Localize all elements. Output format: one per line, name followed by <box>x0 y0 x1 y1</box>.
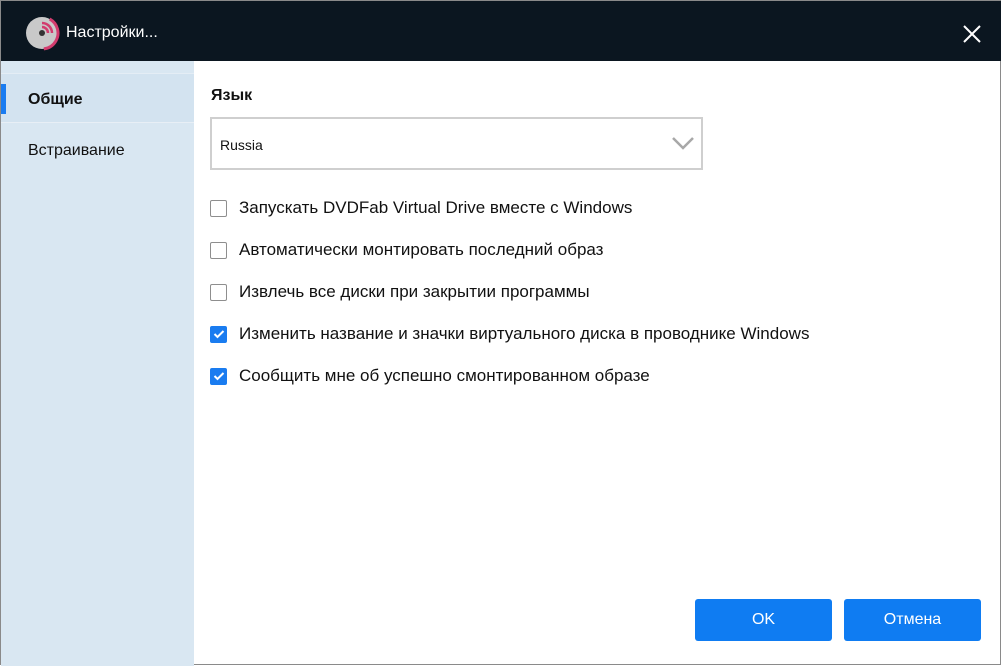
checkbox[interactable] <box>210 283 227 301</box>
sidebar-item-label: Встраивание <box>28 142 125 159</box>
sidebar-item-embedding[interactable]: Встраивание <box>1 125 194 175</box>
sidebar-item-label: Общие <box>28 91 83 108</box>
chevron-down-icon <box>672 137 694 150</box>
option-label: Извлечь все диски при закрытии программы <box>239 282 590 301</box>
checkbox-checked[interactable] <box>210 325 227 343</box>
cancel-button[interactable]: Отмена <box>844 599 981 641</box>
option-notify-mounted[interactable]: Сообщить мне об успешно смонтированном о… <box>210 365 650 387</box>
window-title: Настройки... <box>66 24 158 41</box>
language-label: Язык <box>211 87 253 104</box>
option-eject-on-exit[interactable]: Извлечь все диски при закрытии программы <box>210 281 590 303</box>
language-select[interactable]: Russia <box>210 117 703 170</box>
sidebar: Общие Встраивание <box>1 61 194 666</box>
option-label: Запускать DVDFab Virtual Drive вместе с … <box>239 198 633 217</box>
app-logo-icon <box>24 15 60 51</box>
option-label: Автоматически монтировать последний обра… <box>239 240 604 259</box>
option-automount-last[interactable]: Автоматически монтировать последний обра… <box>210 239 603 261</box>
close-icon[interactable] <box>959 21 985 47</box>
sidebar-item-general[interactable]: Общие <box>1 73 194 123</box>
checkbox[interactable] <box>210 199 227 217</box>
option-rename-drive[interactable]: Изменить название и значки виртуального … <box>210 323 809 345</box>
option-autostart[interactable]: Запускать DVDFab Virtual Drive вместе с … <box>210 197 632 219</box>
checkbox[interactable] <box>210 241 227 259</box>
option-label: Изменить название и значки виртуального … <box>239 324 810 343</box>
ok-button[interactable]: OK <box>695 599 832 641</box>
check-icon <box>213 372 224 381</box>
check-icon <box>213 330 224 339</box>
title-bar: Настройки... <box>1 1 1001 61</box>
checkbox-checked[interactable] <box>210 367 227 385</box>
option-label: Сообщить мне об успешно смонтированном о… <box>239 366 650 385</box>
language-value: Russia <box>220 137 263 153</box>
